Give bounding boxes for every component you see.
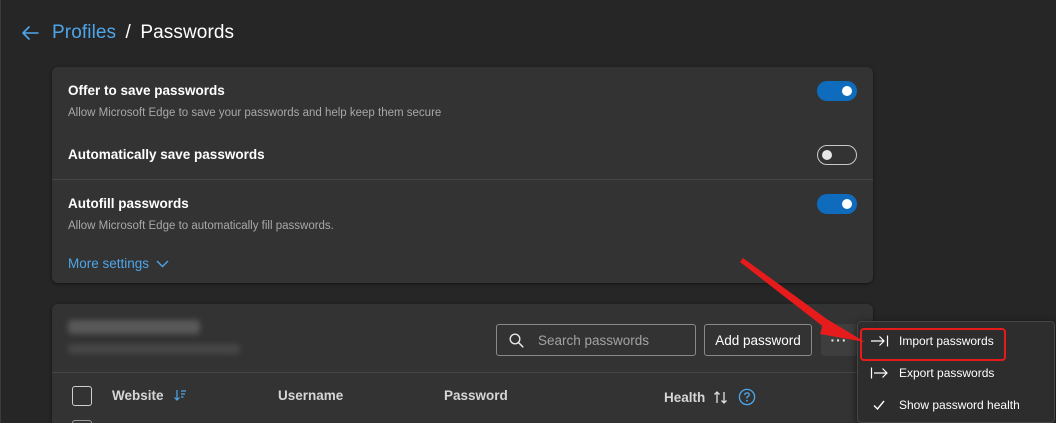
menu-item-export[interactable]: Export passwords: [858, 359, 1054, 387]
toggle-knob: [842, 199, 852, 209]
menu-item-show-health[interactable]: Show password health: [858, 391, 1054, 419]
column-password[interactable]: Password: [444, 388, 508, 403]
column-label: Username: [278, 388, 344, 403]
table-header: Website Username Password Health: [52, 384, 873, 408]
setting-title: Autofill passwords: [68, 196, 189, 211]
divider: [52, 179, 873, 180]
setting-autofill: Autofill passwords Allow Microsoft Edge …: [68, 196, 857, 232]
password-settings-card: Offer to save passwords Allow Microsoft …: [52, 67, 873, 283]
search-icon: [509, 332, 524, 348]
breadcrumb-separator: /: [125, 22, 131, 43]
blurred-count-title: [68, 320, 200, 334]
setting-title: Offer to save passwords: [68, 83, 225, 98]
menu-item-label: Export passwords: [899, 366, 995, 380]
sort-toggle-icon[interactable]: [713, 390, 729, 405]
blurred-summary: [68, 344, 240, 354]
offer-to-save-toggle[interactable]: [817, 81, 857, 101]
setting-auto-save: Automatically save passwords: [68, 147, 857, 162]
more-actions-button[interactable]: ···: [821, 324, 857, 356]
setting-description: Allow Microsoft Edge to save your passwo…: [68, 107, 442, 119]
column-label: Password: [444, 388, 508, 403]
chevron-down-icon: [156, 260, 169, 267]
toggle-knob: [822, 150, 832, 160]
more-settings-label: More settings: [68, 256, 150, 271]
column-website[interactable]: Website: [112, 388, 187, 403]
search-placeholder: Search passwords: [538, 332, 650, 348]
breadcrumb: Profiles / Passwords: [52, 22, 234, 44]
setting-offer-to-save: Offer to save passwords Allow Microsoft …: [68, 83, 857, 119]
column-label: Website: [112, 388, 164, 403]
page-header: Profiles / Passwords: [20, 22, 234, 44]
search-passwords-input[interactable]: Search passwords: [496, 324, 696, 356]
page-title: Passwords: [140, 22, 235, 43]
table-divider: [52, 372, 873, 373]
column-label: Health: [664, 389, 706, 405]
breadcrumb-profiles-link[interactable]: Profiles: [52, 22, 116, 43]
setting-description: Allow Microsoft Edge to automatically fi…: [68, 220, 334, 232]
column-health[interactable]: Health: [664, 388, 756, 406]
back-arrow-icon[interactable]: [20, 22, 42, 44]
export-arrow-icon: [870, 365, 890, 381]
auto-save-toggle[interactable]: [817, 145, 857, 165]
annotation-highlight-box: [860, 328, 1006, 361]
more-settings-link[interactable]: More settings: [68, 256, 169, 271]
menu-item-label: Show password health: [899, 398, 1020, 412]
add-password-button[interactable]: Add password: [704, 324, 812, 356]
window-edge: [0, 0, 1, 423]
setting-title: Automatically save passwords: [68, 147, 265, 162]
passwords-settings-page: Profiles / Passwords Offer to save passw…: [0, 0, 1056, 423]
checkmark-icon: [870, 397, 890, 413]
saved-passwords-card: Search passwords Add password ··· Websit…: [52, 304, 873, 423]
column-username[interactable]: Username: [278, 388, 343, 403]
sort-descending-icon: [173, 390, 186, 401]
more-actions-label: ···: [830, 332, 848, 348]
toggle-knob: [842, 86, 852, 96]
help-icon[interactable]: [738, 388, 756, 406]
select-all-checkbox[interactable]: [72, 386, 92, 406]
autofill-toggle[interactable]: [817, 194, 857, 214]
